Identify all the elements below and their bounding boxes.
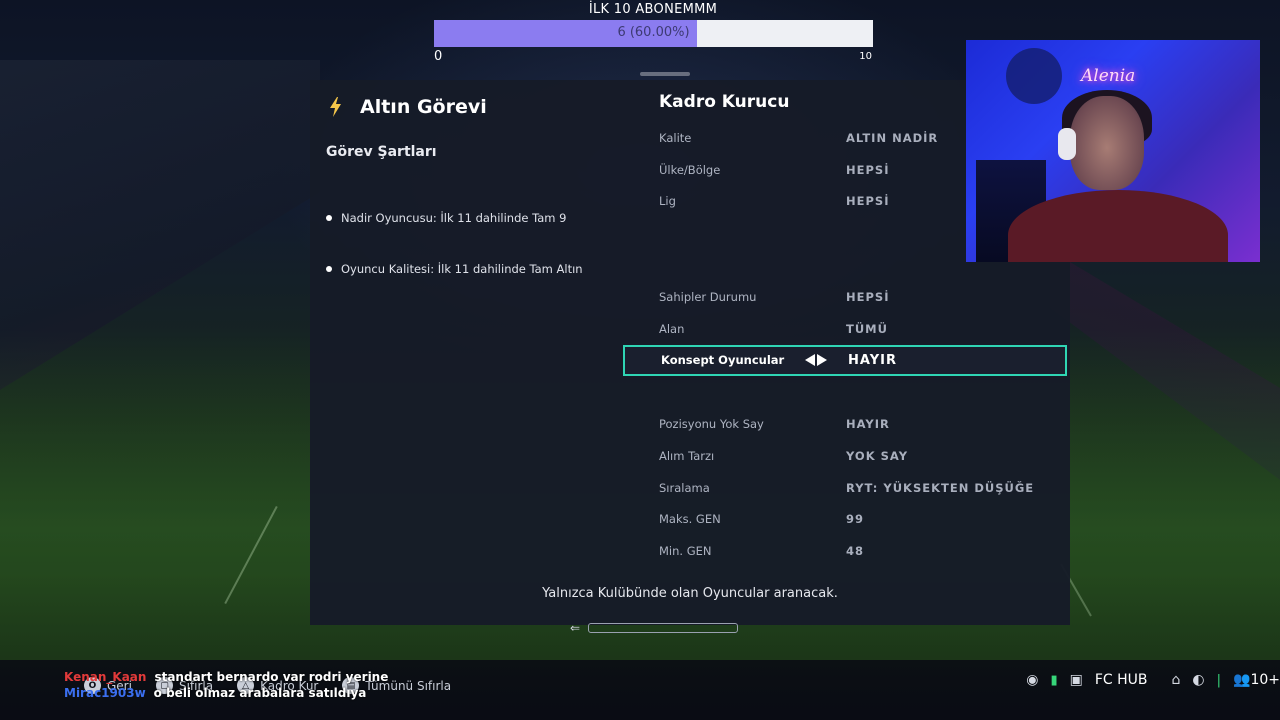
task-header: Altın Görevi — [326, 96, 487, 118]
filter-value: HEPSİ — [846, 289, 890, 304]
filter-label: Pozisyonu Yok Say — [659, 417, 764, 432]
filter-value: RYT: YÜKSEKTEN DÜŞÜĞE — [846, 480, 1035, 495]
filter-row-ignore-position[interactable]: Pozisyonu Yok Say HAYIR — [623, 408, 1067, 440]
chat-username: Kenan_Kaan — [64, 670, 147, 684]
filter-label: Sahipler Durumu — [659, 289, 757, 304]
filter-label: Ülke/Bölge — [659, 162, 721, 177]
friends-icon[interactable]: 👥10+ — [1233, 672, 1280, 688]
arrow-left-icon[interactable] — [805, 354, 815, 367]
fc-hub-label[interactable]: FC HUB — [1095, 672, 1148, 688]
filter-value: HAYIR — [848, 352, 897, 368]
friends-glyph-icon: 👥 — [1233, 672, 1251, 688]
filter-row-max-rating[interactable]: Maks. GEN 99 — [623, 504, 1067, 536]
streamer-face — [1070, 96, 1144, 190]
filter-value: HEPSİ — [846, 162, 890, 177]
filter-value: HAYIR — [846, 417, 890, 432]
scroll-icon: ⇐ — [570, 621, 581, 635]
arrow-right-icon[interactable] — [817, 354, 827, 367]
scrollbar[interactable] — [588, 623, 739, 633]
filter-row-acquisition[interactable]: Alım Tarzı YOK SAY — [623, 440, 1067, 472]
chat-message: Mirac1903w o beli olmaz arabalara satıld… — [64, 685, 388, 701]
requirement-item: Oyuncu Kalitesi: İlk 11 dahilinde Tam Al… — [326, 243, 583, 294]
chat-text: standart bernardo var rodri yerine — [154, 670, 389, 684]
requirements-title: Görev Şartları — [326, 144, 437, 160]
filter-row-concept-players[interactable]: Konsept Oyuncular HAYIR — [623, 344, 1067, 377]
chat-username: Mirac1903w — [64, 686, 146, 700]
goal-title: İLK 10 ABONEMMM — [588, 2, 718, 17]
goal-progress-bar: 6 (60.00%) — [434, 20, 873, 47]
goal-min-label: 0 — [434, 49, 443, 64]
bullet-icon — [326, 265, 332, 272]
signal-icon: ▮ — [1050, 672, 1058, 688]
online-indicator-icon: | — [1216, 672, 1222, 688]
subscriber-goal: İLK 10 ABONEMMM 6 (60.00%) 0 10 — [432, 0, 874, 76]
filter-label: Lig — [659, 194, 676, 209]
filter-label: Min. GEN — [659, 544, 712, 559]
filter-row-sort[interactable]: Sıralama RYT: YÜKSEKTEN DÜŞÜĞE — [623, 472, 1067, 504]
filter-row-area[interactable]: Alan TÜMÜ — [623, 313, 1067, 345]
filter-row-min-rating[interactable]: Min. GEN 48 — [623, 535, 1067, 567]
squad-builder-panel: Altın Görevi Görev Şartları Nadir Oyuncu… — [310, 80, 1070, 635]
friends-count: 10+ — [1250, 672, 1280, 688]
chat-overlay: Kenan_Kaan standart bernardo var rodri y… — [64, 669, 388, 701]
squad-builder-title: Kadro Kurucu — [659, 92, 790, 112]
filter-label: Alım Tarzı — [659, 448, 715, 463]
task-title: Altın Görevi — [360, 96, 487, 118]
headphones-icon — [1058, 128, 1076, 160]
wall-decoration — [1006, 48, 1062, 104]
filter-label: Sıralama — [659, 480, 710, 495]
neon-sign: Alenia — [1081, 66, 1136, 86]
filter-value: HEPSİ — [846, 194, 890, 209]
store-icon[interactable]: ⌂ — [1172, 672, 1181, 688]
drag-handle — [640, 72, 690, 76]
goal-max-label: 10 — [859, 51, 872, 62]
ea-icon[interactable]: ◉ — [1026, 672, 1038, 688]
requirement-item: Nadir Oyuncusu: İlk 11 dahilinde Tam 9 — [326, 192, 583, 243]
lightning-icon — [326, 96, 346, 118]
filter-label: Maks. GEN — [659, 512, 721, 527]
filter-value: TÜMÜ — [846, 321, 888, 336]
filter-label: Alan — [659, 321, 685, 336]
scroll-hint[interactable]: ⇐ — [570, 621, 739, 635]
webcam-overlay: Alenia — [966, 40, 1260, 262]
filter-value: YOK SAY — [846, 448, 909, 463]
requirements-list: Nadir Oyuncusu: İlk 11 dahilinde Tam 9 O… — [326, 192, 583, 294]
coins-icon: ◐ — [1192, 672, 1205, 688]
footer-note: Yalnızca Kulübünde olan Oyuncular aranac… — [542, 586, 838, 601]
filter-value: ALTIN NADİR — [846, 130, 939, 145]
filter-row-hidden[interactable] — [623, 376, 1067, 408]
filter-value: 99 — [846, 512, 865, 527]
requirement-text: Nadir Oyuncusu: İlk 11 dahilinde Tam 9 — [341, 210, 567, 225]
chat-message: Kenan_Kaan standart bernardo var rodri y… — [64, 669, 388, 685]
filter-label: Kalite — [659, 130, 692, 145]
camera-icon[interactable]: ▣ — [1070, 672, 1083, 688]
chat-text: o beli olmaz arabalara satıldıya — [153, 686, 367, 700]
filter-value: 48 — [846, 544, 865, 559]
requirement-text: Oyuncu Kalitesi: İlk 11 dahilinde Tam Al… — [341, 261, 583, 276]
bullet-icon — [326, 214, 332, 221]
left-right-arrows-icon[interactable] — [805, 354, 827, 367]
goal-value: 6 (60.00%) — [617, 25, 690, 40]
status-area: ◉ ▮ ▣ FC HUB ⌂ ◐ | 👥10+ — [1026, 672, 1280, 688]
filter-row-ownership[interactable]: Sahipler Durumu HEPSİ — [623, 281, 1067, 313]
